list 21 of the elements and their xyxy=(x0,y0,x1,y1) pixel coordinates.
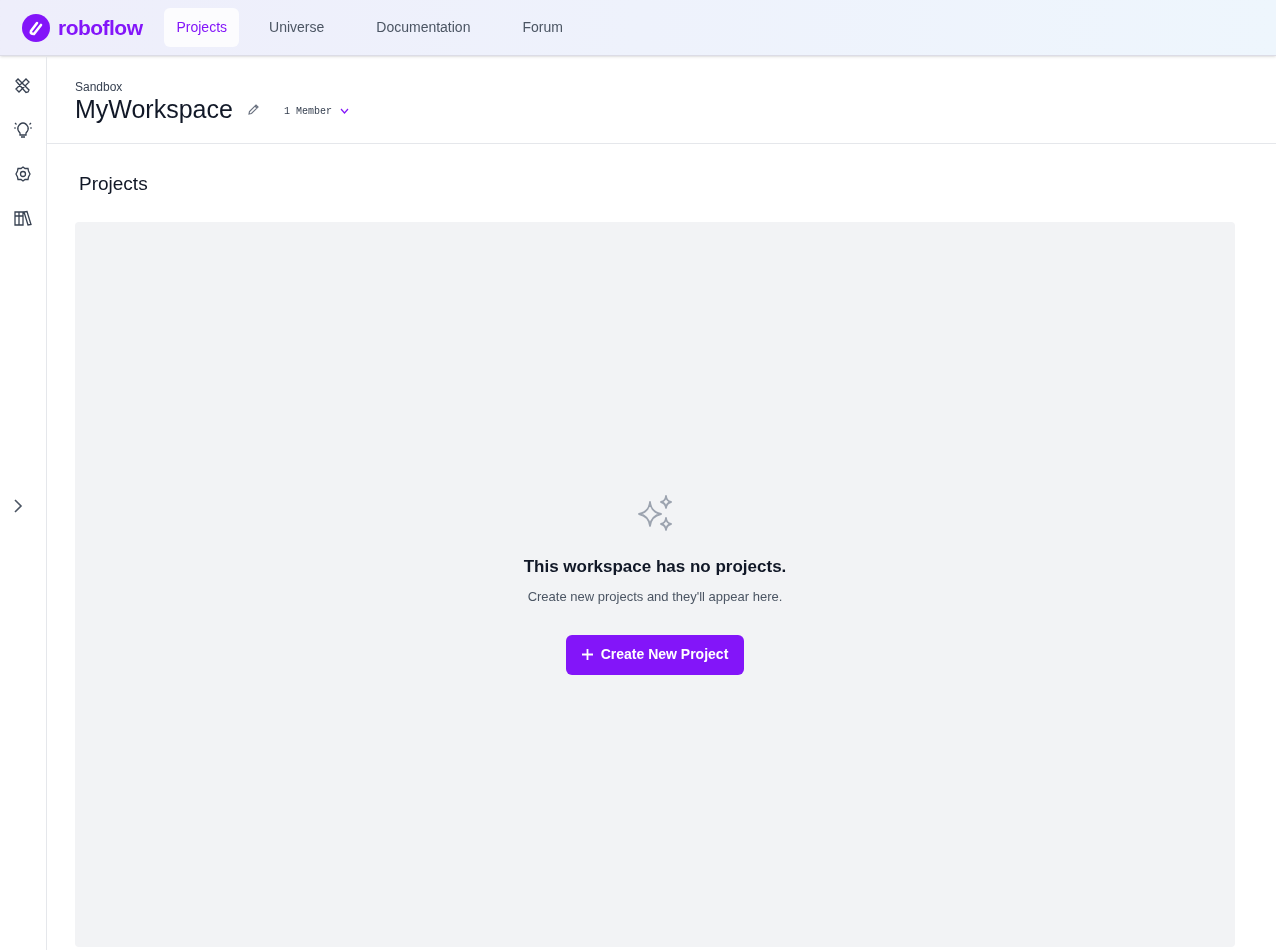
workspace-plan: Sandbox xyxy=(75,80,124,94)
empty-message: Create new projects and they'll appear here. xyxy=(527,588,783,606)
plus-icon xyxy=(581,649,593,660)
brand-name[interactable]: roboflow xyxy=(58,11,143,44)
nav-tab[interactable]: Forum xyxy=(510,8,575,47)
settings-icon[interactable] xyxy=(13,164,33,184)
create-project-button[interactable]: Create New Project xyxy=(565,634,745,675)
empty-title: This workspace has no projects. xyxy=(523,555,787,578)
caret-icon xyxy=(339,108,349,114)
nav-tab[interactable]: Projects xyxy=(164,8,240,47)
nav-tab[interactable]: Universe xyxy=(257,8,337,47)
nav-tab[interactable]: Documentation xyxy=(364,8,483,47)
workspace-name: MyWorkspace xyxy=(75,94,233,124)
books-icon[interactable] xyxy=(13,208,33,228)
logo-icon xyxy=(22,13,50,42)
lightbulb-icon[interactable] xyxy=(13,120,33,140)
expand-chevron-icon[interactable] xyxy=(12,498,24,514)
edit-pencil-icon[interactable] xyxy=(246,102,260,116)
sparkles-icon xyxy=(635,493,675,534)
section-title: Projects xyxy=(78,172,149,196)
members-dropdown[interactable]: 1 Member xyxy=(283,103,349,119)
